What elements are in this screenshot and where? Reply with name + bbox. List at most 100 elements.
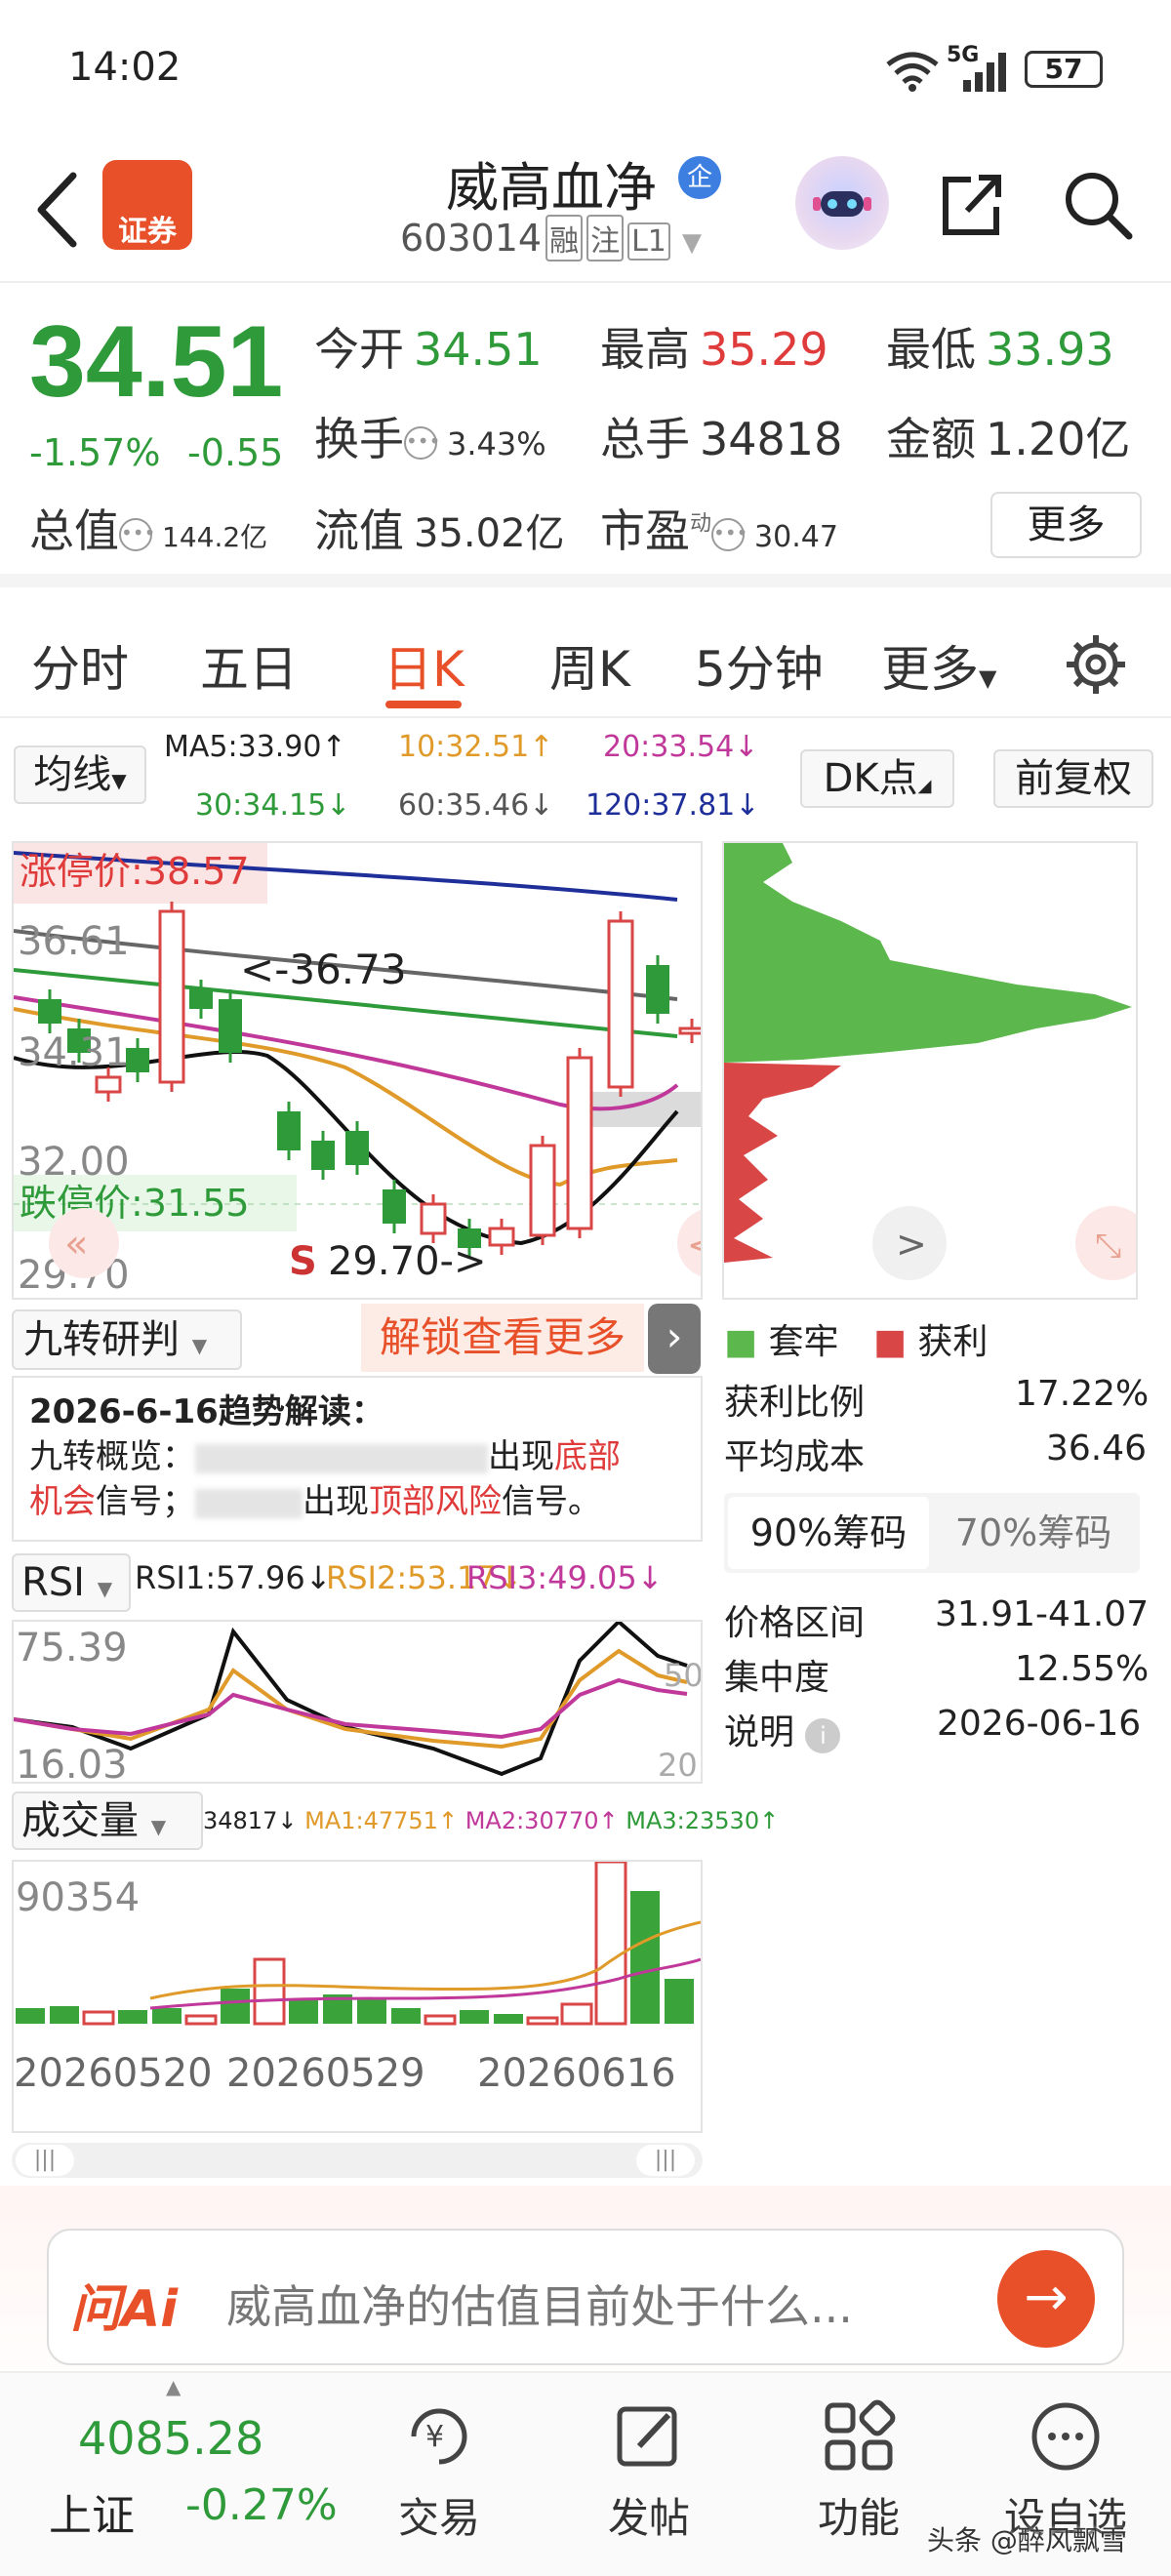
mcap-field[interactable]: 总值 ••• 144.2亿 [29, 496, 267, 560]
enterprise-badge: 企 [678, 156, 721, 199]
tab-chip-70[interactable]: 70%筹码 [933, 1497, 1134, 1569]
ma20-label: 20:33.54↓ [603, 730, 759, 764]
y-label-34-31: 34.31 [18, 1030, 130, 1075]
dk-label: DK点 [823, 756, 918, 801]
pe-field[interactable]: 市盈动 ••• 30.47 [600, 496, 838, 560]
volume-bar [630, 1891, 660, 2024]
rsi-level-50: 50 [664, 1657, 701, 1694]
high-label: 最高 [600, 323, 690, 376]
volume-bar [526, 2016, 559, 2026]
date-label-3: 20260616 [477, 2051, 676, 2096]
chip-legend: ■ 套牢 ■ 获利 [724, 1313, 988, 1364]
ai-send-arrow-icon[interactable]: → [997, 2250, 1095, 2348]
caret-down-icon: ▼ [191, 1334, 208, 1357]
trap-legend: 套牢 [768, 1322, 839, 1362]
dk-point-select[interactable]: DK点◢ [800, 749, 954, 808]
nav-functions[interactable]: 功能 [781, 2485, 937, 2545]
share-icon[interactable] [932, 166, 1010, 244]
vol-ma1: MA1:47751↑ [304, 1807, 459, 1834]
mcap-value: 144.2亿 [162, 521, 268, 553]
float-field: 流值 35.02亿 [314, 496, 565, 560]
profit-legend: 获利 [917, 1322, 989, 1362]
pe-dynamic-mark: 动 [690, 511, 712, 537]
candlestick-chart[interactable]: 涨停价:38.57 跌停价:31.55 36.61 34.31 32.00 29… [12, 841, 747, 1300]
tab-five-day[interactable]: 五日 [200, 630, 298, 701]
tab-intraday[interactable]: 分时 [31, 630, 129, 701]
volume-bar [50, 2006, 79, 2024]
concentration-label: 集中度 [724, 1658, 830, 1698]
trade-icon[interactable]: ¥ [400, 2397, 478, 2475]
robot-icon [813, 191, 871, 217]
tab-more[interactable]: 更多▼ [881, 630, 996, 701]
ai-question-bar[interactable]: 问Ai 威高血净的估值目前处于什么... → [47, 2229, 1124, 2365]
candle-body [158, 909, 185, 1084]
tab-chip-90[interactable]: 90%筹码 [728, 1497, 929, 1569]
signal-icon [963, 53, 1006, 92]
stock-code-row[interactable]: 603014 融注 L1 ▼ [400, 215, 702, 262]
ma-select[interactable]: 均线▼ [14, 745, 146, 804]
post-edit-icon[interactable] [610, 2397, 688, 2475]
volume-bar [424, 2014, 457, 2026]
avg-cost-value: 36.46 [1046, 1429, 1148, 1469]
index-value[interactable]: 4085.28 [78, 2412, 263, 2465]
low-field: 最低 33.93 [886, 314, 1114, 379]
turnover-label: 换手 [314, 413, 404, 465]
tab-daily-k[interactable]: 日K [384, 630, 464, 701]
rsi-select[interactable]: RSI ▼ [12, 1553, 131, 1612]
nav-post[interactable]: 发帖 [571, 2485, 727, 2545]
chip-distribution-chart: > ⤡ [722, 841, 1150, 1300]
volume-select[interactable]: 成交量 ▼ [12, 1791, 203, 1850]
stock-code: 603014 [400, 217, 543, 260]
yen-glyph: ¥ [425, 2420, 444, 2454]
nine-turn-select[interactable]: 九转研判 ▼ [12, 1309, 242, 1370]
index-name: 上证 [49, 2491, 135, 2541]
candle-body [311, 1141, 335, 1170]
back-arrow-icon[interactable] [29, 166, 88, 254]
more-dots-icon: ••• [404, 425, 440, 460]
tab-five-minute[interactable]: 5分钟 [695, 630, 824, 701]
chip-svg: > ⤡ [724, 843, 1150, 1280]
watermark: 头条 @醉风飘雪 [927, 2524, 1127, 2556]
unlock-more-link[interactable]: 解锁查看更多 [361, 1304, 644, 1372]
volume-select-label: 成交量 [21, 1798, 139, 1843]
quote-panel: 34.51 -1.57% -0.55 今开 34.51 最高 35.29 最低 33.… [0, 285, 1171, 587]
tag-registration: 注 [586, 215, 625, 262]
unlock-chevron-icon[interactable]: › [648, 1304, 701, 1374]
rsi3-value: RSI3:49.05↓ [466, 1559, 664, 1596]
ai-assistant-avatar[interactable] [795, 156, 889, 250]
quote-more-button[interactable]: 更多 [990, 492, 1142, 558]
turnover-field[interactable]: 换手 ••• 3.43% [314, 404, 546, 468]
limit-up-label: 涨停价:38.57 [20, 850, 250, 893]
vol-ma3: MA3:23530↑ [626, 1807, 780, 1834]
range-handle-left[interactable]: ||| [16, 2145, 74, 2176]
app-logo[interactable]: 证券 [102, 160, 192, 250]
volume-bar [184, 2014, 218, 2026]
tab-weekly-k[interactable]: 周K [549, 630, 630, 701]
candle-body [95, 1075, 122, 1094]
high-annotation: <-36.73 [240, 946, 407, 993]
expand-icon: ⤡ [1095, 1227, 1121, 1266]
y-label-36-61: 36.61 [18, 919, 130, 964]
ma30-label: 30:34.15↓ [195, 788, 351, 823]
note-label: 说明 [724, 1712, 795, 1752]
low-value: 33.93 [986, 323, 1114, 376]
nav-trade[interactable]: 交易 [361, 2485, 517, 2545]
blurred-text [195, 1443, 488, 1473]
ma-select-label: 均线 [33, 752, 112, 797]
chart-range-scrollbar[interactable]: ||| ||| [12, 2143, 703, 2178]
tab-more-label: 更多 [881, 641, 979, 698]
candle-body [678, 1026, 706, 1035]
more-circle-icon[interactable] [1027, 2397, 1105, 2475]
volume-chart: 90354 20260520 20260529 20260616 [12, 1860, 703, 2133]
range-handle-right[interactable]: ||| [636, 2145, 695, 2176]
candle-body [566, 1056, 593, 1230]
ma5-label: MA5:33.90↑ [164, 730, 346, 764]
functions-grid-icon[interactable] [820, 2397, 898, 2475]
caret-up-icon[interactable]: ▲ [166, 2375, 181, 2398]
candle-body [383, 1189, 406, 1224]
search-icon[interactable] [1059, 166, 1137, 244]
note-row[interactable]: 说明 i [724, 1704, 841, 1754]
adjust-select[interactable]: 前复权 [993, 749, 1153, 808]
gear-icon[interactable] [1062, 630, 1130, 699]
concentration-value: 12.55% [1015, 1649, 1150, 1689]
